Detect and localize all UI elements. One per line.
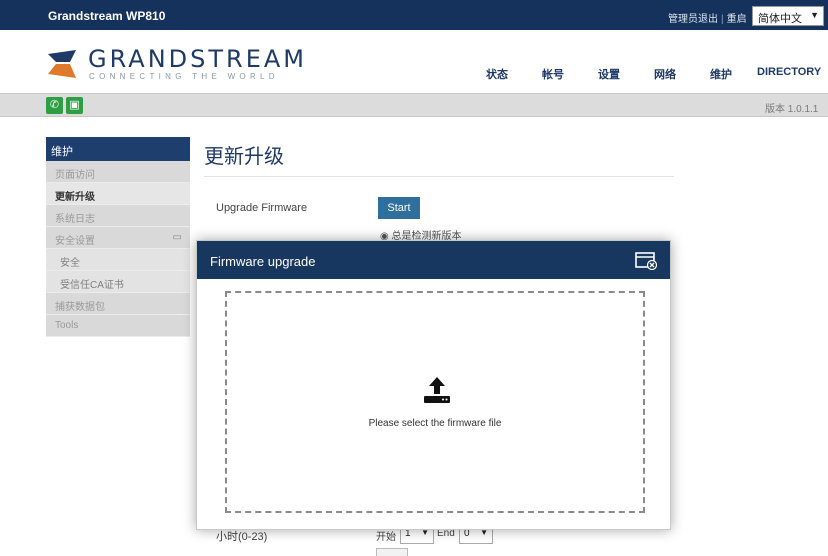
sidebar-item-security-settings[interactable]: 安全设置 ▭ bbox=[46, 227, 190, 249]
field-stub[interactable] bbox=[376, 548, 408, 556]
firmware-upgrade-dialog: Firmware upgrade Please select the firmw… bbox=[196, 240, 671, 530]
top-bar: Grandstream WP810 管理员退出 | 重启 简体中文 ▼ bbox=[0, 0, 828, 30]
restart-link[interactable]: 重启 bbox=[727, 14, 747, 25]
start-button[interactable]: Start bbox=[378, 197, 420, 219]
chevron-down-icon: ▼ bbox=[810, 10, 819, 20]
grandstream-logo-icon bbox=[48, 50, 76, 78]
sidebar-item-upgrade[interactable]: 更新升级 bbox=[46, 183, 190, 205]
brand-name: GRANDSTREAM bbox=[88, 45, 308, 73]
upgrade-firmware-label: Upgrade Firmware bbox=[216, 202, 308, 214]
image-icon[interactable]: ▣ bbox=[66, 97, 83, 114]
title-divider bbox=[204, 176, 674, 177]
hour-label: 小时(0-23) bbox=[216, 531, 268, 543]
close-icon[interactable] bbox=[635, 252, 657, 270]
sidebar: 维护 页面访问 更新升级 系统日志 安全设置 ▭ 安全 受信任CA证书 捕获数据… bbox=[46, 137, 190, 337]
link-separator: | bbox=[721, 14, 724, 25]
nav-status[interactable]: 状态 bbox=[486, 66, 508, 82]
language-select[interactable]: 简体中文 ▼ bbox=[752, 6, 824, 26]
dialog-title: Firmware upgrade bbox=[210, 254, 316, 269]
sidebar-item-tools[interactable]: Tools bbox=[46, 315, 190, 337]
collapse-icon[interactable]: ▭ bbox=[173, 232, 182, 243]
sidebar-item-packet-capture[interactable]: 捕获数据包 bbox=[46, 293, 190, 315]
brand-tagline: CONNECTING THE WORLD bbox=[89, 72, 279, 81]
firmware-drop-zone[interactable]: Please select the firmware file bbox=[225, 291, 645, 513]
logout-link[interactable]: 管理员退出 bbox=[668, 14, 718, 25]
sidebar-item-syslog[interactable]: 系统日志 bbox=[46, 205, 190, 227]
drop-instruction: Please select the firmware file bbox=[368, 418, 502, 429]
nav-directory[interactable]: DIRECTORY bbox=[757, 66, 821, 78]
nav-settings[interactable]: 设置 bbox=[598, 66, 620, 82]
dialog-header: Firmware upgrade bbox=[197, 241, 670, 279]
start-label: 开始 bbox=[376, 532, 396, 543]
sidebar-item-web-access[interactable]: 页面访问 bbox=[46, 161, 190, 183]
sidebar-item-label: 安全设置 bbox=[55, 236, 95, 247]
sub-bar: ✆ ▣ 版本 1.0.1.1 bbox=[0, 93, 828, 117]
phone-icon[interactable]: ✆ bbox=[46, 97, 63, 114]
sidebar-header: 维护 bbox=[46, 137, 190, 161]
sidebar-item-trusted-ca[interactable]: 受信任CA证书 bbox=[46, 271, 190, 293]
language-value: 简体中文 bbox=[758, 13, 802, 25]
page-title: 更新升级 bbox=[204, 146, 284, 168]
nav-network[interactable]: 网络 bbox=[654, 66, 676, 82]
product-name: Grandstream WP810 bbox=[48, 9, 166, 23]
sidebar-item-security[interactable]: 安全 bbox=[46, 249, 190, 271]
nav-account[interactable]: 帐号 bbox=[542, 66, 564, 82]
top-links: 管理员退出 | 重启 bbox=[668, 10, 747, 25]
firmware-version: 版本 1.0.1.1 bbox=[765, 104, 819, 115]
nav-maintenance[interactable]: 维护 bbox=[710, 66, 732, 82]
upload-icon bbox=[424, 377, 450, 403]
header: GRANDSTREAM CONNECTING THE WORLD 状态 帐号 设… bbox=[0, 30, 828, 93]
